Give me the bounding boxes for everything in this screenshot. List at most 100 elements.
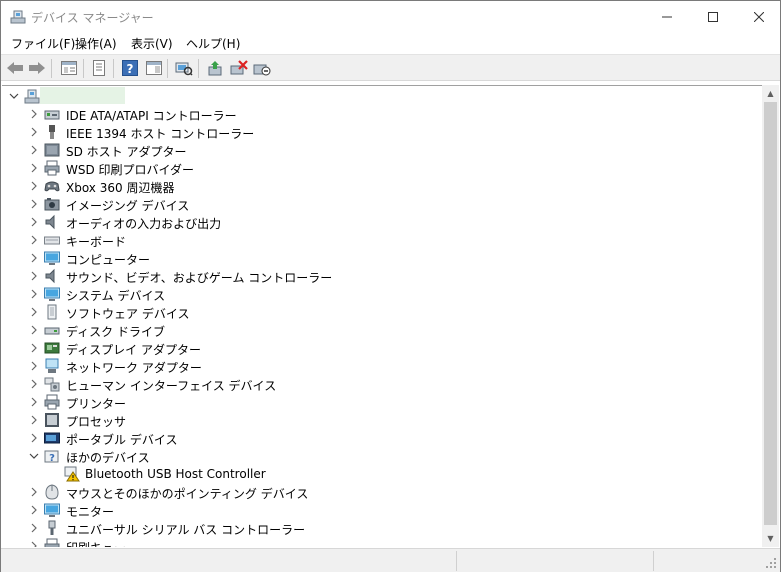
unknown-device-icon: ? (44, 450, 59, 464)
tree-category-row[interactable]: IEEE 1394 ホスト コントローラー (2, 123, 762, 141)
back-button[interactable] (5, 59, 25, 77)
software-device-icon (47, 304, 57, 320)
expand-chevron-icon[interactable] (27, 196, 41, 212)
tree-root-row[interactable] (2, 87, 762, 105)
scroll-thumb[interactable] (764, 102, 777, 525)
help-icon: ? (122, 60, 138, 76)
tree-item-label: IDE ATA/ATAPI コントローラー (66, 109, 237, 123)
tree-category-row[interactable]: Xbox 360 周辺機器 (2, 177, 762, 195)
tree-category-row[interactable]: ? ほかのデバイス (2, 447, 762, 465)
tree-category-row[interactable]: システム デバイス (2, 285, 762, 303)
update-driver-button[interactable] (205, 59, 225, 77)
maximize-button[interactable] (690, 1, 736, 32)
expand-chevron-icon[interactable] (27, 178, 41, 194)
expand-chevron-icon[interactable] (27, 160, 41, 176)
minimize-icon (662, 16, 672, 17)
tree-item-label: オーディオの入力および出力 (66, 217, 222, 231)
tree-category-row[interactable]: ディスク ドライブ (2, 321, 762, 339)
tree-category-row[interactable]: マウスとそのほかのポインティング デバイス (2, 483, 762, 501)
menu-view[interactable]: 表示(V) (131, 35, 173, 52)
tree-category-row[interactable]: コンピューター (2, 249, 762, 267)
toolbar-separator (83, 59, 84, 78)
expand-chevron-icon[interactable] (27, 286, 41, 302)
display-adapter-icon (44, 342, 60, 354)
expand-chevron-icon[interactable] (27, 304, 41, 320)
scroll-up-button[interactable]: ▲ (762, 85, 779, 102)
expand-chevron-icon[interactable] (27, 106, 41, 122)
printer-icon (44, 394, 60, 410)
scan-hardware-button[interactable] (174, 59, 194, 77)
action-pane-button[interactable] (144, 59, 164, 77)
disable-device-icon (253, 64, 271, 76)
vertical-scrollbar[interactable]: ▲ ▼ (762, 85, 779, 547)
expand-chevron-icon[interactable] (27, 250, 41, 266)
uninstall-device-button[interactable] (229, 59, 249, 77)
tree-category-row[interactable]: 印刷キュー (2, 537, 762, 547)
tree-category-row[interactable]: イメージング デバイス (2, 195, 762, 213)
scroll-down-button[interactable]: ▼ (762, 530, 779, 547)
tree-category-row[interactable]: ヒューマン インターフェイス デバイス (2, 375, 762, 393)
show-hide-console-tree-button[interactable] (59, 59, 79, 77)
resize-grip-icon[interactable] (765, 557, 777, 569)
tree-category-row[interactable]: WSD 印刷プロバイダー (2, 159, 762, 177)
tree-category-row[interactable]: プロセッサ (2, 411, 762, 429)
menu-action[interactable]: 操作(A) (75, 35, 117, 52)
expand-chevron-icon[interactable] (27, 214, 41, 230)
uninstall-device-icon (230, 60, 248, 75)
expand-chevron-icon[interactable] (27, 268, 41, 284)
expand-chevron-icon[interactable] (27, 124, 41, 140)
keyboard-icon (44, 236, 60, 245)
tree-category-row[interactable]: ネットワーク アダプター (2, 357, 762, 375)
expand-chevron-icon[interactable] (27, 376, 41, 392)
tree-category-row[interactable]: ポータブル デバイス (2, 429, 762, 447)
expand-chevron-icon[interactable] (27, 538, 41, 547)
menu-help[interactable]: ヘルプ(H) (186, 35, 240, 52)
device-tree[interactable]: IDE ATA/ATAPI コントローラー IEEE 1394 ホスト コントロー… (2, 85, 762, 547)
minimize-button[interactable] (644, 1, 690, 32)
forward-button[interactable] (27, 59, 47, 77)
expand-chevron-icon[interactable] (27, 358, 41, 374)
properties-icon (93, 60, 105, 76)
tree-category-row[interactable]: サウンド、ビデオ、およびゲーム コントローラー (2, 267, 762, 285)
collapse-chevron-icon[interactable] (7, 88, 21, 104)
tree-category-row[interactable]: ディスプレイ アダプター (2, 339, 762, 357)
device-manager-app-icon (10, 10, 26, 24)
expand-chevron-icon[interactable] (27, 484, 41, 500)
tree-category-row[interactable]: ユニバーサル シリアル バス コントローラー (2, 519, 762, 537)
tree-category-row[interactable]: オーディオの入力および出力 (2, 213, 762, 231)
expand-chevron-icon[interactable] (27, 322, 41, 338)
monitor-icon (44, 503, 60, 517)
tree-item-label: Xbox 360 周辺機器 (66, 181, 175, 195)
properties-button[interactable] (89, 59, 109, 77)
close-button[interactable] (736, 1, 781, 32)
tree-category-row[interactable]: ソフトウェア デバイス (2, 303, 762, 321)
help-button[interactable]: ? (120, 59, 140, 77)
details-icon (146, 61, 162, 75)
expand-chevron-icon[interactable] (27, 430, 41, 446)
tree-item-label: ネットワーク アダプター (66, 361, 202, 375)
expand-chevron-icon[interactable] (27, 232, 41, 248)
expand-chevron-icon[interactable] (27, 340, 41, 356)
expand-chevron-icon[interactable] (27, 142, 41, 158)
tree-category-row[interactable]: IDE ATA/ATAPI コントローラー (2, 105, 762, 123)
expand-chevron-icon[interactable] (27, 412, 41, 428)
tree-item-label: ユニバーサル シリアル バス コントローラー (66, 523, 306, 537)
tree-category-row[interactable]: モニター (2, 501, 762, 519)
tree-category-row[interactable]: プリンター (2, 393, 762, 411)
collapse-chevron-icon[interactable] (27, 448, 41, 464)
toolbar-separator (198, 59, 199, 78)
tree-item-label: コンピューター (66, 253, 151, 267)
tree-category-row[interactable]: SD ホスト アダプター (2, 141, 762, 159)
title-bar[interactable]: デバイス マネージャー (1, 1, 780, 32)
tree-category-row[interactable]: キーボード (2, 231, 762, 249)
tree-child-row[interactable]: Bluetooth USB Host Controller (2, 465, 762, 483)
disable-device-button[interactable] (252, 59, 272, 77)
expand-chevron-icon[interactable] (27, 520, 41, 536)
expand-chevron-icon[interactable] (27, 502, 41, 518)
tree-item-label: ディスプレイ アダプター (66, 343, 201, 357)
speaker-icon (45, 268, 55, 284)
monitor-icon (44, 287, 60, 301)
tree-item-label: システム デバイス (66, 289, 166, 303)
menu-file[interactable]: ファイル(F) (11, 35, 75, 52)
expand-chevron-icon[interactable] (27, 394, 41, 410)
